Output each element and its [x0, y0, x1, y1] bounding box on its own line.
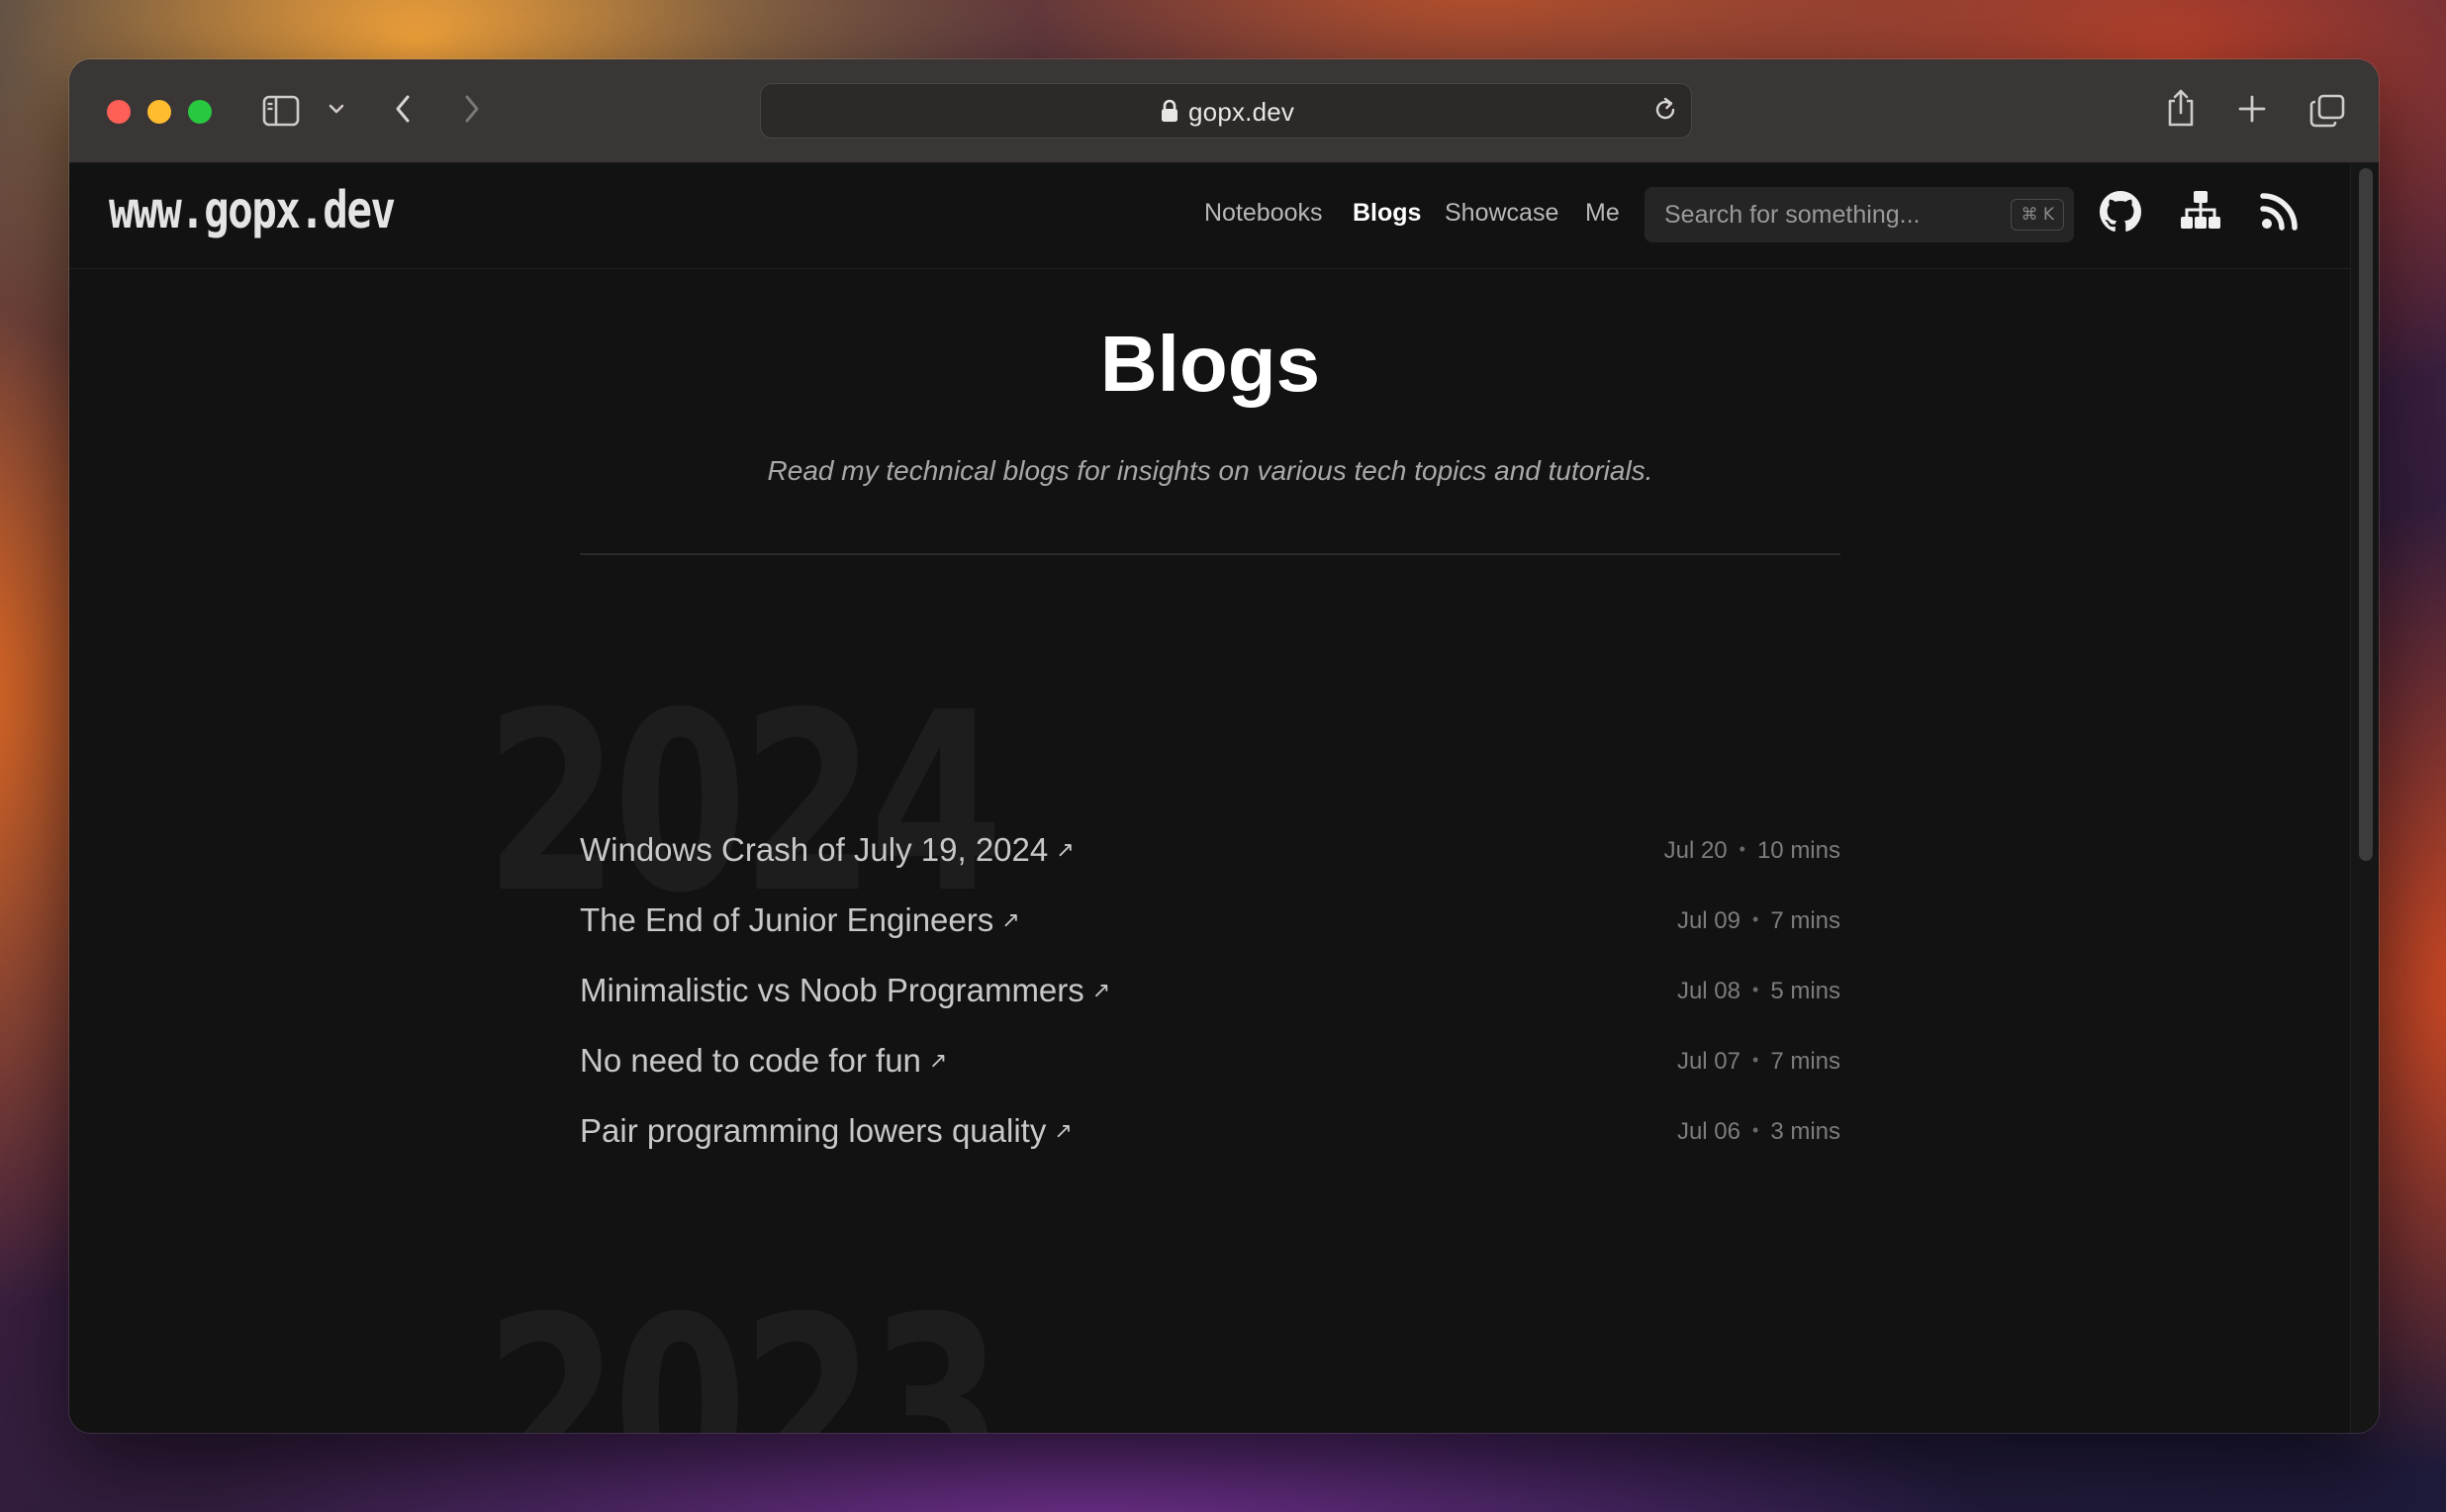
post-date: Jul 06	[1676, 1118, 1740, 1145]
blog-post-meta: Jul 07 • 7 mins	[1676, 1048, 1840, 1075]
header-divider	[580, 553, 1840, 555]
blog-post-title[interactable]: Pair programming lowers quality ↗	[580, 1112, 1073, 1150]
page-title: Blogs	[1099, 320, 1321, 408]
blog-post-title[interactable]: The End of Junior Engineers ↗	[580, 901, 1020, 939]
post-date: Jul 09	[1676, 907, 1740, 934]
close-window-button[interactable]	[107, 100, 131, 124]
year-watermark-2024: 2024	[485, 659, 1003, 947]
nav-notebooks[interactable]: Notebooks	[1204, 199, 1323, 228]
blog-post-item[interactable]: Pair programming lowers quality ↗ Jul 06 •…	[580, 1102, 1840, 1162]
search-placeholder: Search for something...	[1664, 201, 1921, 229]
post-read-time: 7 mins	[1770, 1048, 1840, 1075]
nav-blogs[interactable]: Blogs	[1353, 199, 1421, 228]
blog-post-title[interactable]: Minimalistic vs Noob Programmers ↗	[580, 972, 1110, 1009]
blog-post-meta: Jul 09 • 7 mins	[1676, 907, 1840, 934]
tab-overview-icon[interactable]	[2307, 91, 2347, 131]
browser-toolbar: gopx.dev	[69, 59, 2379, 163]
external-link-icon: ↗	[1001, 907, 1020, 932]
search-shortcut-badge: ⌘ K	[2011, 199, 2064, 231]
search-box[interactable]: Search for something... ⌘ K	[1645, 187, 2074, 242]
blog-post-meta: Jul 20 • 10 mins	[1663, 837, 1840, 864]
rss-icon[interactable]	[2260, 191, 2300, 236]
external-link-icon: ↗	[928, 1048, 948, 1073]
post-date: Jul 08	[1676, 978, 1740, 1004]
share-icon[interactable]	[2163, 85, 2199, 131]
site-logo[interactable]: www.gopx.dev	[109, 181, 396, 240]
github-icon[interactable]	[2100, 191, 2141, 237]
browser-window: gopx.dev www.gopx.dev Notebooks Blogs Sh…	[69, 59, 2379, 1433]
blog-post-meta: Jul 06 • 3 mins	[1676, 1118, 1840, 1145]
scrollbar-thumb[interactable]	[2359, 168, 2373, 861]
new-tab-icon[interactable]	[2236, 93, 2268, 125]
minimize-window-button[interactable]	[147, 100, 171, 124]
site-header: www.gopx.dev Notebooks Blogs Showcase Me…	[69, 163, 2351, 269]
blog-post-item[interactable]: The End of Junior Engineers ↗ Jul 09 • 7 mi…	[580, 892, 1840, 951]
blog-post-item[interactable]: No need to code for fun ↗ Jul 07 • 7 mins	[580, 1032, 1840, 1091]
address-bar[interactable]: gopx.dev	[760, 83, 1692, 139]
blog-post-title[interactable]: Windows Crash of July 19, 2024 ↗	[580, 831, 1075, 869]
zoom-window-button[interactable]	[188, 100, 212, 124]
sitemap-icon[interactable]	[2179, 189, 2222, 236]
external-link-icon: ↗	[1091, 978, 1111, 1002]
web-page: www.gopx.dev Notebooks Blogs Showcase Me…	[69, 163, 2379, 1433]
post-date: Jul 07	[1676, 1048, 1740, 1075]
reload-icon[interactable]	[1651, 96, 1679, 129]
forward-icon[interactable]	[457, 89, 487, 129]
page-subtitle: Read my technical blogs for insights on …	[767, 455, 1653, 486]
post-date: Jul 20	[1663, 837, 1728, 864]
address-url: gopx.dev	[1188, 97, 1295, 127]
blog-post-item[interactable]: Windows Crash of July 19, 2024 ↗ Jul 20 • 1…	[580, 821, 1840, 881]
blog-post-title[interactable]: No need to code for fun ↗	[580, 1042, 947, 1080]
nav-me[interactable]: Me	[1585, 199, 1620, 228]
back-icon[interactable]	[388, 89, 418, 129]
scrollbar-track[interactable]	[2350, 163, 2379, 1433]
post-read-time: 10 mins	[1756, 837, 1840, 864]
post-read-time: 5 mins	[1770, 978, 1840, 1004]
year-watermark-2023: 2023	[485, 1264, 1003, 1434]
blog-post-item[interactable]: Minimalistic vs Noob Programmers ↗ Jul 08…	[580, 962, 1840, 1021]
post-read-time: 3 mins	[1770, 1118, 1840, 1145]
post-read-time: 7 mins	[1770, 907, 1840, 934]
external-link-icon: ↗	[1056, 837, 1075, 862]
lock-icon	[1160, 99, 1179, 128]
nav-showcase[interactable]: Showcase	[1445, 199, 1558, 228]
chevron-down-icon[interactable]	[325, 97, 348, 121]
blog-post-meta: Jul 08 • 5 mins	[1676, 978, 1840, 1004]
external-link-icon: ↗	[1054, 1118, 1073, 1143]
sidebar-toggle-icon[interactable]	[261, 91, 301, 131]
